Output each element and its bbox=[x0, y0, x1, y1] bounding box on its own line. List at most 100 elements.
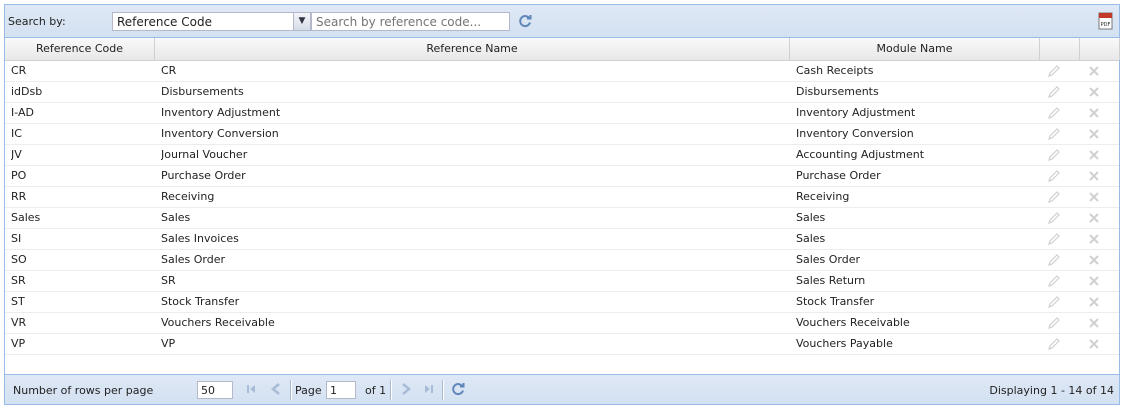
pencil-icon[interactable] bbox=[1046, 315, 1062, 331]
previous-page-icon[interactable] bbox=[268, 381, 284, 397]
reference-code-cell: I-AD bbox=[11, 106, 34, 119]
search-by-label: Search by: bbox=[8, 15, 66, 28]
table-row[interactable]: Sales Sales Sales bbox=[5, 208, 1119, 229]
table-row[interactable]: CR CR Cash Receipts bbox=[5, 61, 1119, 82]
close-icon[interactable] bbox=[1086, 84, 1102, 100]
pencil-icon[interactable] bbox=[1046, 252, 1062, 268]
reference-code-cell: PO bbox=[11, 169, 27, 182]
pencil-icon[interactable] bbox=[1046, 189, 1062, 205]
table-row[interactable]: RR Receiving Receiving bbox=[5, 187, 1119, 208]
module-name-cell: Sales bbox=[796, 232, 826, 245]
table-row[interactable]: I-AD Inventory Adjustment Inventory Adjust… bbox=[5, 103, 1119, 124]
last-page-icon[interactable] bbox=[421, 381, 437, 397]
close-icon[interactable] bbox=[1086, 273, 1102, 289]
reference-code-cell: CR bbox=[11, 64, 27, 77]
page-label: Page bbox=[295, 384, 322, 397]
reference-name-cell: Inventory Adjustment bbox=[161, 106, 281, 119]
pagination-bar: Number of rows per page Page of 1 Displa… bbox=[5, 374, 1119, 404]
table-row[interactable]: JV Journal Voucher Accounting Adjustment bbox=[5, 145, 1119, 166]
table-row[interactable]: VP VP Vouchers Payable bbox=[5, 334, 1119, 355]
search-input[interactable] bbox=[311, 12, 510, 31]
rows-per-page-input[interactable] bbox=[197, 381, 233, 399]
pencil-icon[interactable] bbox=[1046, 105, 1062, 121]
reference-name-cell: SR bbox=[161, 274, 176, 287]
table-row[interactable]: VR Vouchers Receivable Vouchers Receivable bbox=[5, 313, 1119, 334]
reference-code-cell: IC bbox=[11, 127, 22, 140]
close-icon[interactable] bbox=[1086, 252, 1102, 268]
close-icon[interactable] bbox=[1086, 231, 1102, 247]
page-number-input[interactable] bbox=[326, 381, 356, 399]
refresh-icon[interactable] bbox=[517, 13, 533, 29]
search-field-select[interactable]: Reference Code ▼ bbox=[112, 12, 311, 31]
page-count-label: of 1 bbox=[365, 384, 387, 397]
reference-name-cell: Receiving bbox=[161, 190, 215, 203]
pencil-icon[interactable] bbox=[1046, 294, 1062, 310]
pencil-icon[interactable] bbox=[1046, 63, 1062, 79]
module-name-cell: Sales Return bbox=[796, 274, 866, 287]
module-name-cell: Disbursements bbox=[796, 85, 879, 98]
table-row[interactable]: ST Stock Transfer Stock Transfer bbox=[5, 292, 1119, 313]
pager-separator bbox=[390, 380, 392, 400]
reference-name-cell: Journal Voucher bbox=[161, 148, 248, 161]
close-icon[interactable] bbox=[1086, 147, 1102, 163]
table-row[interactable]: idDsb Disbursements Disbursements bbox=[5, 82, 1119, 103]
module-name-cell: Receiving bbox=[796, 190, 850, 203]
reference-code-cell: ST bbox=[11, 295, 25, 308]
table-row[interactable]: SI Sales Invoices Sales bbox=[5, 229, 1119, 250]
reference-code-cell: SI bbox=[11, 232, 22, 245]
reference-name-cell: Inventory Conversion bbox=[161, 127, 279, 140]
next-page-icon[interactable] bbox=[398, 381, 414, 397]
close-icon[interactable] bbox=[1086, 210, 1102, 226]
reference-code-cell: RR bbox=[11, 190, 27, 203]
reference-name-cell: Vouchers Receivable bbox=[161, 316, 275, 329]
reference-grid-panel: Search by: Reference Code ▼ PDF Referenc… bbox=[4, 4, 1120, 405]
table-row[interactable]: SO Sales Order Sales Order bbox=[5, 250, 1119, 271]
close-icon[interactable] bbox=[1086, 294, 1102, 310]
search-field-value: Reference Code bbox=[117, 15, 212, 29]
pencil-icon[interactable] bbox=[1046, 231, 1062, 247]
pdf-export-icon[interactable]: PDF bbox=[1098, 12, 1114, 30]
pencil-icon[interactable] bbox=[1046, 210, 1062, 226]
reference-code-cell: VP bbox=[11, 337, 26, 350]
close-icon[interactable] bbox=[1086, 168, 1102, 184]
close-icon[interactable] bbox=[1086, 315, 1102, 331]
close-icon[interactable] bbox=[1086, 336, 1102, 352]
module-name-cell: Inventory Conversion bbox=[796, 127, 914, 140]
reference-name-cell: Sales Invoices bbox=[161, 232, 239, 245]
close-icon[interactable] bbox=[1086, 189, 1102, 205]
displaying-count: Displaying 1 - 14 of 14 bbox=[989, 384, 1114, 397]
module-name-cell: Stock Transfer bbox=[796, 295, 875, 308]
column-header-delete bbox=[1080, 38, 1120, 60]
chevron-down-icon[interactable]: ▼ bbox=[293, 13, 310, 30]
refresh-icon[interactable] bbox=[450, 381, 466, 397]
module-name-cell: Vouchers Receivable bbox=[796, 316, 910, 329]
module-name-cell: Vouchers Payable bbox=[796, 337, 893, 350]
pencil-icon[interactable] bbox=[1046, 147, 1062, 163]
reference-name-cell: Purchase Order bbox=[161, 169, 246, 182]
table-row[interactable]: SR SR Sales Return bbox=[5, 271, 1119, 292]
close-icon[interactable] bbox=[1086, 126, 1102, 142]
pager-separator bbox=[442, 380, 444, 400]
table-row[interactable]: PO Purchase Order Purchase Order bbox=[5, 166, 1119, 187]
pencil-icon[interactable] bbox=[1046, 336, 1062, 352]
close-icon[interactable] bbox=[1086, 63, 1102, 79]
search-toolbar: Search by: Reference Code ▼ PDF bbox=[5, 5, 1119, 38]
column-header-reference-code[interactable]: Reference Code bbox=[5, 38, 155, 60]
grid-body: CR CR Cash Receipts idDsb Disbursements Disbu… bbox=[5, 61, 1119, 355]
pencil-icon[interactable] bbox=[1046, 84, 1062, 100]
module-name-cell: Purchase Order bbox=[796, 169, 881, 182]
pencil-icon[interactable] bbox=[1046, 273, 1062, 289]
module-name-cell: Sales Order bbox=[796, 253, 861, 266]
table-row[interactable]: IC Inventory Conversion Inventory Conversi… bbox=[5, 124, 1119, 145]
pencil-icon[interactable] bbox=[1046, 126, 1062, 142]
grid-header: Reference Code Reference Name Module Nam… bbox=[5, 38, 1120, 61]
reference-name-cell: CR bbox=[161, 64, 177, 77]
column-header-reference-name[interactable]: Reference Name bbox=[155, 38, 790, 60]
reference-code-cell: Sales bbox=[11, 211, 41, 224]
pencil-icon[interactable] bbox=[1046, 168, 1062, 184]
close-icon[interactable] bbox=[1086, 105, 1102, 121]
reference-name-cell: Sales bbox=[161, 211, 191, 224]
column-header-module-name[interactable]: Module Name bbox=[790, 38, 1040, 60]
first-page-icon[interactable] bbox=[243, 381, 259, 397]
reference-code-cell: VR bbox=[11, 316, 27, 329]
